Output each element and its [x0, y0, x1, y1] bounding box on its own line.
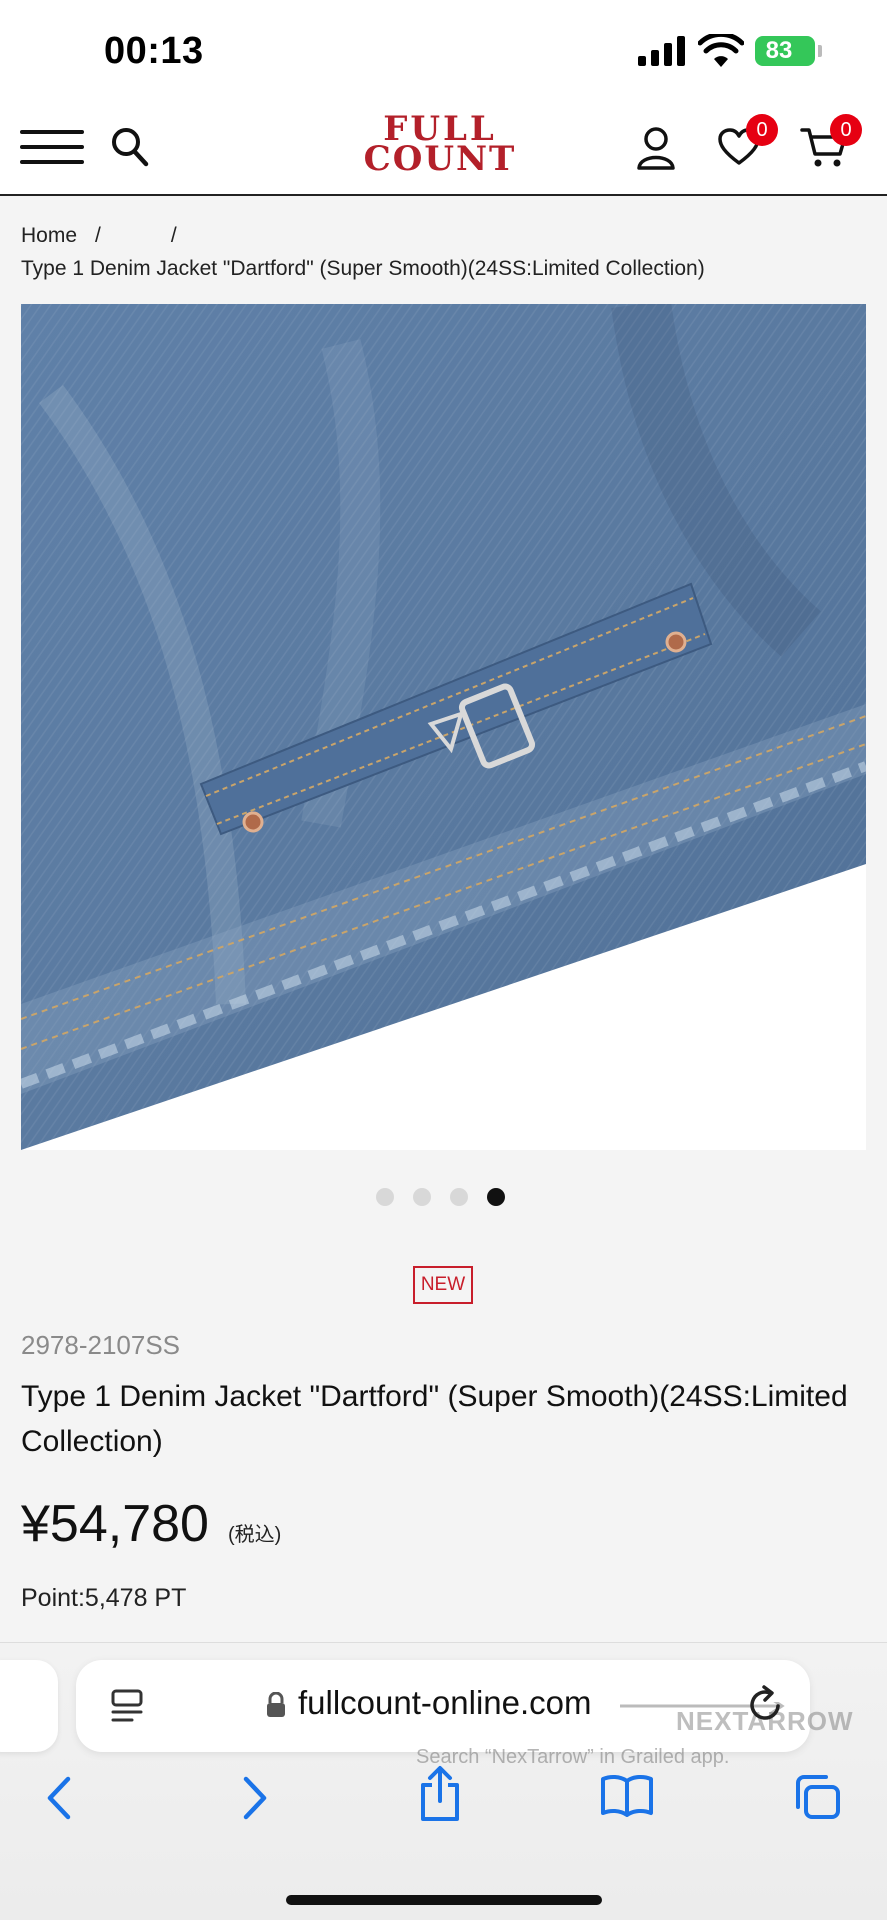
watermark-text: Search “NexTarrow” in Grailed app.: [416, 1746, 730, 1768]
previous-tab-preview[interactable]: [0, 1660, 58, 1752]
cart-count-badge: 0: [830, 114, 862, 146]
carousel-dot[interactable]: [413, 1188, 431, 1206]
breadcrumb-separator: /: [95, 224, 101, 247]
tax-note: (税込): [228, 1524, 282, 1546]
product-sku: 2978-2107SS: [21, 1330, 181, 1360]
back-icon[interactable]: [44, 1773, 74, 1823]
reward-points: Point:5,478 PT: [21, 1584, 187, 1612]
bookmarks-icon[interactable]: [600, 1773, 654, 1817]
wifi-icon: [698, 34, 744, 67]
carousel-dot-active[interactable]: [487, 1188, 505, 1206]
logo-line-2: COUNT: [363, 139, 517, 179]
wishlist-count-badge: 0: [746, 114, 778, 146]
breadcrumb-home[interactable]: Home: [21, 224, 77, 247]
page-menu-icon[interactable]: [110, 1688, 144, 1724]
breadcrumb-separator: /: [170, 224, 177, 247]
url-text[interactable]: fullcount-online.com: [298, 1684, 592, 1722]
product-price: ¥54,780: [21, 1495, 209, 1553]
breadcrumb: Home / / Type 1 Denim Jacket "Dartford" (S…: [21, 219, 871, 285]
status-time: 00:13: [104, 30, 204, 72]
forward-icon[interactable]: [240, 1773, 270, 1823]
reload-icon[interactable]: [748, 1684, 784, 1724]
battery-level: 83: [765, 37, 793, 64]
home-indicator: [286, 1895, 602, 1905]
tabs-icon[interactable]: [792, 1773, 842, 1821]
cellular-signal-icon: [638, 36, 685, 66]
product-photo: [21, 304, 866, 1150]
share-icon[interactable]: [418, 1765, 462, 1823]
battery-indicator: 83: [755, 36, 815, 66]
site-header: FULL COUNT 0 0: [0, 100, 887, 196]
browser-toolbar: fullcount-online.com NEXTARROW Search “N…: [0, 1643, 887, 1920]
battery-cap: [818, 45, 822, 57]
address-bar[interactable]: fullcount-online.com NEXTARROW Search “N…: [76, 1660, 853, 1768]
product-image[interactable]: [21, 304, 866, 1150]
search-icon[interactable]: [110, 126, 150, 168]
lock-icon: [267, 1692, 285, 1717]
breadcrumb-current: Type 1 Denim Jacket "Dartford" (Super Sm…: [21, 257, 705, 280]
hamburger-menu-icon[interactable]: [20, 130, 84, 166]
carousel-dot[interactable]: [376, 1188, 394, 1206]
account-icon[interactable]: [636, 126, 676, 170]
new-badge: NEW: [413, 1266, 473, 1304]
carousel-dot[interactable]: [450, 1188, 468, 1206]
product-title: Type 1 Denim Jacket "Dartford" (Super Sm…: [21, 1380, 848, 1458]
brand-logo[interactable]: FULL COUNT: [310, 112, 570, 184]
status-bar: 00:13 83: [0, 0, 887, 100]
browser-nav-row: [0, 1766, 887, 1843]
